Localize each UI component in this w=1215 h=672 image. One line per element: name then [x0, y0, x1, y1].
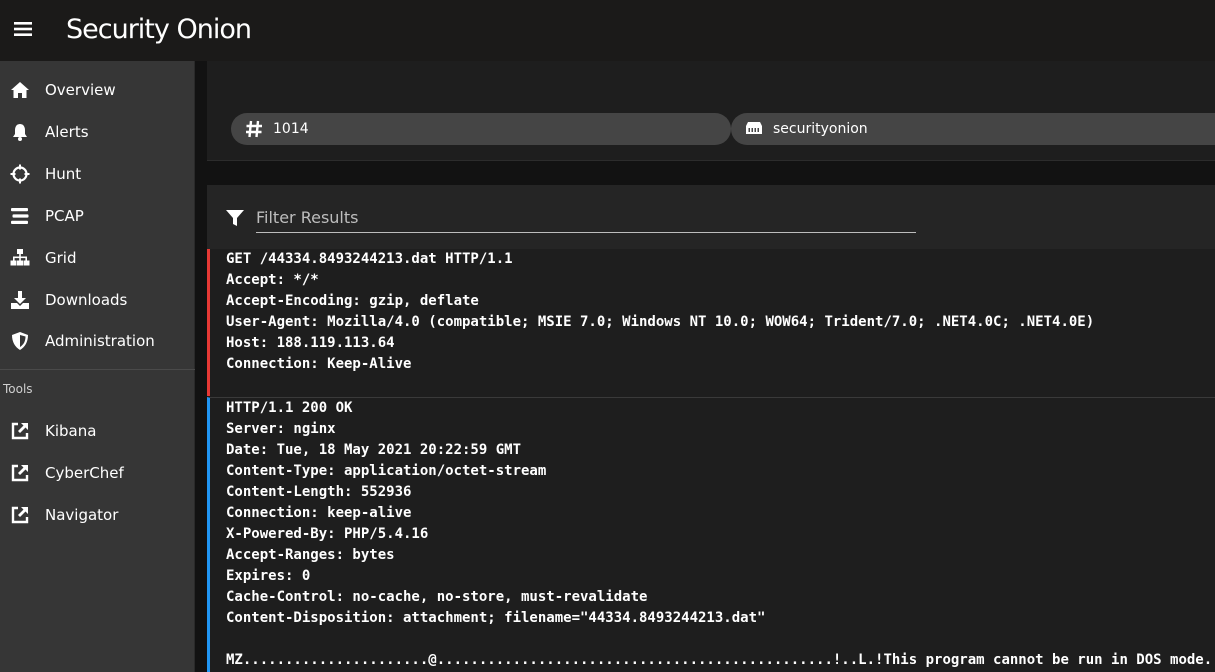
server-icon — [745, 120, 763, 138]
external-link-icon — [10, 463, 30, 483]
sidebar-item-label: Overview — [45, 81, 116, 99]
app-bar: Security Onion — [0, 0, 1215, 61]
filter-results-input[interactable] — [256, 203, 916, 233]
request-line: Connection: Keep-Alive — [226, 356, 412, 372]
sidebar-item-hunt[interactable]: Hunt — [0, 153, 195, 195]
request-line: User-Agent: Mozilla/4.0 (compatible; MSI… — [226, 314, 1095, 330]
main-content: 1014 securityonion GET /44334.8493244213… — [195, 61, 1215, 672]
response-line: HTTP/1.1 200 OK — [226, 400, 353, 416]
chip-text: 1014 — [273, 121, 309, 137]
response-line: X-Powered-By: PHP/5.4.16 — [226, 526, 429, 542]
crosshairs-icon — [10, 164, 30, 184]
sitemap-icon — [10, 248, 30, 268]
filter-icon[interactable] — [225, 208, 245, 228]
sidebar-item-pcap[interactable]: PCAP — [0, 195, 195, 237]
response-line: Cache-Control: no-cache, no-store, must-… — [226, 589, 648, 605]
chip-event-id[interactable]: 1014 — [231, 113, 731, 145]
shield-icon — [10, 331, 30, 351]
sidebar-item-grid[interactable]: Grid — [0, 237, 195, 279]
sidebar-item-label: Kibana — [45, 422, 97, 440]
sidebar-item-label: PCAP — [45, 207, 84, 225]
sidebar-item-alerts[interactable]: Alerts — [0, 111, 195, 153]
sidebar-item-label: Grid — [45, 249, 77, 267]
sidebar-item-overview[interactable]: Overview — [0, 69, 195, 111]
response-stream: HTTP/1.1 200 OK Server: nginx Date: Tue,… — [207, 397, 1215, 672]
sidebar-item-downloads[interactable]: Downloads — [0, 279, 195, 321]
response-line: Connection: keep-alive — [226, 505, 412, 521]
response-line: Date: Tue, 18 May 2021 20:22:59 GMT — [226, 442, 522, 458]
response-line: Content-Length: 552936 — [226, 484, 412, 500]
hamburger-menu-icon[interactable] — [14, 20, 32, 38]
response-line: Content-Disposition: attachment; filenam… — [226, 610, 766, 626]
sidebar-item-kibana[interactable]: Kibana — [0, 410, 195, 452]
download-icon — [10, 290, 30, 310]
hashtag-icon — [245, 120, 263, 138]
request-line: GET /44334.8493244213.dat HTTP/1.1 — [226, 251, 513, 267]
sidebar-item-label: Alerts — [45, 123, 89, 141]
sidebar-item-administration[interactable]: Administration — [0, 320, 195, 362]
sidebar-item-navigator[interactable]: Navigator — [0, 494, 195, 536]
tools-section-label: Tools — [3, 382, 33, 396]
response-line: Server: nginx — [226, 421, 336, 437]
home-icon — [10, 80, 30, 100]
chip-sensor[interactable]: securityonion — [731, 113, 1215, 145]
sidebar-item-label: CyberChef — [45, 464, 124, 482]
request-line: Accept-Encoding: gzip, deflate — [226, 293, 479, 309]
response-line: Accept-Ranges: bytes — [226, 547, 395, 563]
external-link-icon — [10, 505, 30, 525]
filter-bar — [207, 185, 1215, 249]
results-card: GET /44334.8493244213.dat HTTP/1.1 Accep… — [207, 185, 1215, 672]
chip-text: securityonion — [773, 121, 868, 137]
app-logo[interactable]: Security Onion — [66, 8, 252, 50]
response-line: Content-Type: application/octet-stream — [226, 463, 547, 479]
response-line: MZ......................@...............… — [226, 652, 1213, 668]
sidebar: Overview Alerts Hunt PCAP Grid Downloads… — [0, 61, 195, 672]
sidebar-item-cyberchef[interactable]: CyberChef — [0, 452, 195, 494]
sidebar-item-label: Administration — [45, 332, 155, 350]
request-stream: GET /44334.8493244213.dat HTTP/1.1 Accep… — [207, 249, 1215, 396]
sidebar-item-label: Hunt — [45, 165, 82, 183]
bell-icon — [10, 122, 30, 142]
sidebar-divider — [0, 369, 195, 370]
stream-icon — [10, 206, 30, 226]
external-link-icon — [10, 421, 30, 441]
request-line: Accept: */* — [226, 272, 319, 288]
stream-header-card: 1014 securityonion — [207, 61, 1215, 161]
sidebar-item-label: Navigator — [45, 506, 119, 524]
response-line: Expires: 0 — [226, 568, 311, 584]
app-title: Security Onion — [66, 13, 252, 45]
request-line: Host: 188.119.113.64 — [226, 335, 395, 351]
sidebar-item-label: Downloads — [45, 291, 128, 309]
